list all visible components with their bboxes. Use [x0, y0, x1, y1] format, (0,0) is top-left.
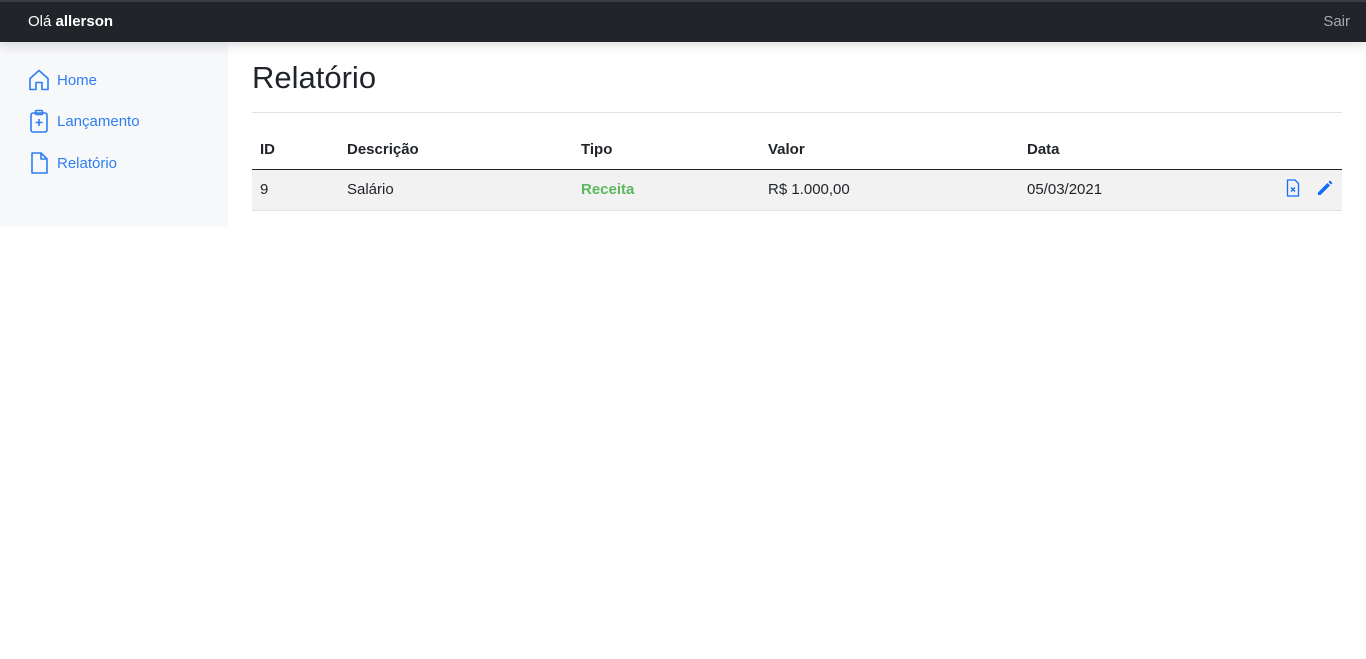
cell-valor: R$ 1.000,00 [760, 169, 1019, 211]
cell-data: 05/03/2021 [1019, 169, 1219, 211]
cell-descricao: Salário [339, 169, 573, 211]
greeting-prefix: Olá [28, 13, 52, 30]
pencil-edit-icon[interactable] [1316, 179, 1334, 201]
home-icon [28, 68, 50, 92]
logout-link[interactable]: Sair [1323, 13, 1350, 30]
sidebar-item-label: Lançamento [57, 112, 140, 130]
sidebar-item-label: Home [57, 71, 98, 89]
sidebar-item-label: Relatório [57, 154, 118, 172]
clipboard-plus-icon [28, 109, 50, 133]
column-header-descricao: Descrição [339, 130, 573, 170]
column-header-id: ID [252, 130, 339, 170]
username: allerson [55, 13, 114, 30]
column-header-tipo: Tipo [573, 130, 760, 170]
sidebar: Home Lançamento Relatório [0, 42, 228, 227]
report-table: ID Descrição Tipo Valor Data 9 Salário R… [252, 130, 1342, 211]
cell-id: 9 [252, 169, 339, 211]
file-delete-icon[interactable] [1286, 178, 1300, 201]
title-divider [252, 112, 1342, 113]
table-header-row: ID Descrição Tipo Valor Data [252, 130, 1342, 170]
cell-tipo: Receita [573, 169, 760, 211]
sidebar-item-relatorio[interactable]: Relatório [28, 150, 117, 176]
column-header-data: Data [1019, 130, 1219, 170]
greeting: Olá allerson [28, 13, 113, 30]
top-navbar: Olá allerson Sair [0, 0, 1366, 42]
page-title: Relatório [252, 60, 377, 95]
column-header-actions [1219, 130, 1342, 170]
sidebar-item-home[interactable]: Home [28, 67, 97, 93]
table-row: 9 Salário Receita R$ 1.000,00 05/03/2021 [252, 169, 1342, 211]
column-header-valor: Valor [760, 130, 1019, 170]
file-icon [28, 151, 50, 175]
cell-actions [1219, 169, 1342, 211]
sidebar-item-lancamento[interactable]: Lançamento [28, 108, 140, 134]
